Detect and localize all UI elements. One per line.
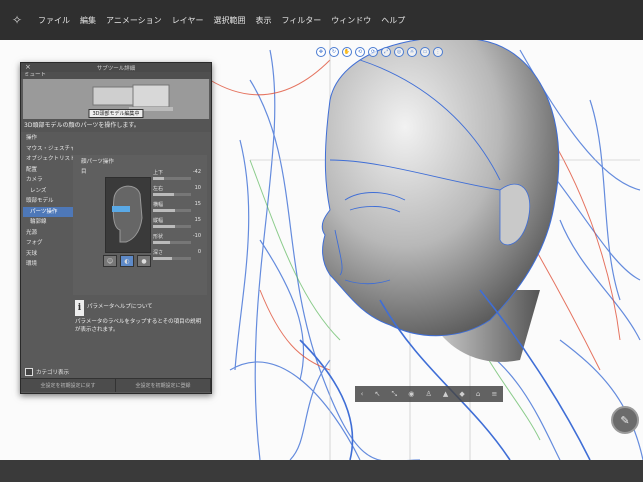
pan-icon[interactable]: ✋ (342, 47, 352, 57)
model-toolbar-top: ✥ ↻ ✋ ⟲ ⟳ ⤢ ◎ ☼ ▭ ⋮ (316, 47, 443, 57)
category-item[interactable]: 頭部モデル (23, 196, 73, 207)
menu-file[interactable]: ファイル (38, 15, 70, 26)
category-item[interactable]: 光源 (23, 228, 73, 239)
category-item[interactable]: レンズ (23, 186, 73, 197)
slider-height[interactable]: 縦幅 15 (153, 217, 201, 231)
parameter-help: i パラメータヘルプについて パラメータのラベルをタップするとその項目の説明が表… (73, 298, 207, 358)
preview-caption: 3D頭部モデル編集中 (88, 109, 144, 118)
rotate-icon[interactable]: ↻ (329, 47, 339, 57)
slider-shape[interactable]: 形状 -10 (153, 233, 201, 247)
camera-icon[interactable]: ◉ (408, 390, 414, 398)
category-item[interactable]: 操作 (23, 133, 73, 144)
panel-title: サブツール詳細 (96, 65, 136, 72)
category-item[interactable]: 輪郭線 (23, 217, 73, 228)
category-item[interactable]: 配置 (23, 165, 73, 176)
menu-help[interactable]: ヘルプ (381, 15, 405, 26)
menu-edit[interactable]: 編集 (80, 15, 96, 26)
rotate-x-icon[interactable]: ⟲ (355, 47, 365, 57)
prev-icon[interactable]: ‹ (361, 390, 364, 398)
panel-footer: 全設定を初期設定に戻す 全設定を初期設定に登録 (21, 378, 211, 392)
menu-view[interactable]: 表示 (255, 15, 271, 26)
head-silhouette-icon (112, 185, 143, 243)
register-defaults-button[interactable]: 全設定を初期設定に登録 (116, 378, 211, 392)
reset-defaults-button[interactable]: 全設定を初期設定に戻す (21, 378, 116, 392)
tool-description: 3D頭部モデルの顔のパーツを操作します。 (21, 119, 211, 132)
help-title: パラメータヘルプについて (87, 304, 153, 310)
reset-icon[interactable]: ▲ (443, 390, 448, 398)
brush-logo-icon[interactable]: ✧ (6, 9, 28, 31)
back-view-button[interactable]: ● (137, 255, 151, 267)
rotate-y-icon[interactable]: ⟳ (368, 47, 378, 57)
lock-icon[interactable]: ⌂ (476, 390, 480, 398)
category-item[interactable]: 天球 (23, 249, 73, 260)
preview-header: ミュート (21, 72, 211, 79)
slider-width[interactable]: 横幅 15 (153, 201, 201, 215)
menu-window[interactable]: ウィンドウ (331, 15, 371, 26)
slider-depth[interactable]: 深さ 0 (153, 249, 201, 263)
menu-selection[interactable]: 選択範囲 (213, 15, 245, 26)
slider-updown[interactable]: 上下 -42 (153, 169, 201, 183)
subtool-detail-panel: × サブツール詳細 ミュート 3D頭部モデル編集中 3D頭部モデルの顔のパーツを… (20, 62, 212, 394)
menubar: ✧ ファイル 編集 アニメーション レイヤー 選択範囲 表示 フィルター ウィン… (0, 0, 643, 40)
menu-filter[interactable]: フィルター (281, 15, 321, 26)
side-view-button[interactable]: ◐ (120, 255, 134, 267)
parts-content: 顔パーツ操作 目 上下 -42 左右 10 横幅 15 縦幅 15 形状 -10… (73, 155, 207, 295)
panel-titlebar[interactable]: × サブツール詳細 (21, 63, 211, 72)
model-toolbar-bottom: ‹ ↖ ⤡ ◉ ♙ ▲ ◆ ⌂ ≡ (355, 386, 503, 402)
slider-leftright[interactable]: 左右 10 (153, 185, 201, 199)
ground-icon[interactable]: ▭ (420, 47, 430, 57)
category-toggle-label: カテゴリ表示 (36, 370, 70, 376)
status-strip (0, 460, 643, 482)
pen-settings-icon[interactable]: ✎ (611, 406, 639, 434)
menu-animation[interactable]: アニメーション (106, 15, 162, 26)
category-checkbox[interactable] (25, 368, 33, 376)
scale-icon[interactable]: ⤢ (381, 47, 391, 57)
category-toggle[interactable]: カテゴリ表示 (25, 368, 69, 376)
light-icon[interactable]: ☼ (407, 47, 417, 57)
category-item[interactable]: 環境 (23, 259, 73, 270)
content-header: 顔パーツ操作 (81, 159, 114, 165)
info-icon: i (75, 300, 84, 316)
view-buttons: ☺ ◐ ● (103, 255, 151, 267)
category-item[interactable]: マウス・ジェスチャー (23, 144, 73, 155)
head-part-picker[interactable] (105, 177, 151, 253)
category-item[interactable]: カメラ (23, 175, 73, 186)
preview-image: 3D頭部モデル編集中 (23, 79, 209, 119)
grip-icon[interactable]: ⋮ (433, 47, 443, 57)
menu-icon[interactable]: ≡ (491, 390, 497, 398)
move-icon[interactable]: ✥ (316, 47, 326, 57)
fit-icon[interactable]: ⤡ (392, 390, 398, 399)
part-label: 目 (81, 169, 87, 175)
camera-icon[interactable]: ◎ (394, 47, 404, 57)
category-list: 操作 マウス・ジェスチャー オブジェクトリスト 配置 カメラ レンズ 頭部モデル… (23, 133, 73, 270)
category-item[interactable]: オブジェクトリスト (23, 154, 73, 165)
close-icon[interactable]: × (25, 63, 31, 71)
select-icon[interactable]: ↖ (375, 390, 381, 398)
category-item[interactable]: フォグ (23, 238, 73, 249)
layer-icon[interactable]: ◆ (459, 390, 464, 398)
help-body: パラメータのラベルをタップするとその項目の説明が表示されます。 (75, 319, 202, 333)
menu-layer[interactable]: レイヤー (172, 15, 204, 26)
category-item-active[interactable]: パーツ操作 (23, 206, 73, 217)
front-view-button[interactable]: ☺ (103, 255, 117, 267)
person-icon[interactable]: ♙ (425, 390, 431, 398)
